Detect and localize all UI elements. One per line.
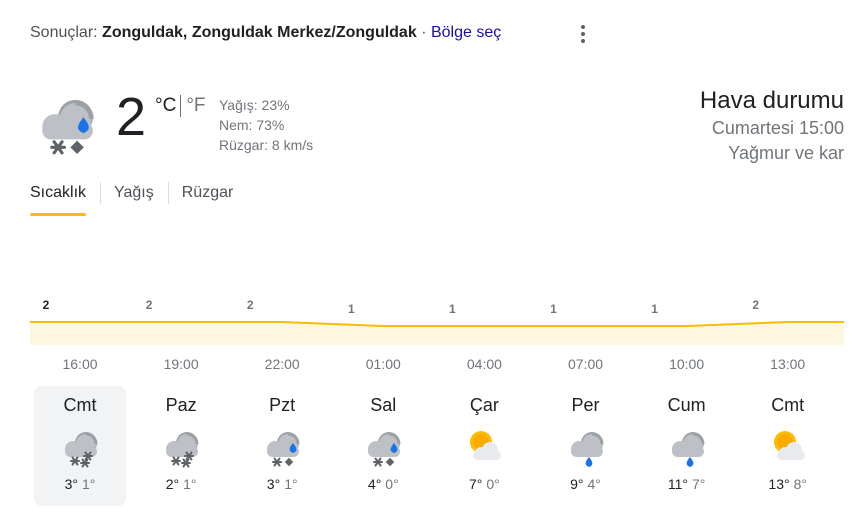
hour-label: 22:00 xyxy=(264,356,300,372)
day-name: Sal xyxy=(370,395,397,415)
temperature-point-label: 1 xyxy=(449,302,456,316)
hour-label: 10:00 xyxy=(669,356,705,372)
partly-cloudy-icon xyxy=(470,431,502,460)
day-name: Paz xyxy=(165,395,197,415)
temperature-point-label: 2 xyxy=(247,298,254,312)
unit-switcher: °C °F xyxy=(155,95,206,117)
temperature-chart-svg: 2 2 2 1 1 1 1 2 xyxy=(30,298,844,345)
select-region-link[interactable]: Bölge seç xyxy=(431,24,501,41)
cloud-snow-icon xyxy=(166,432,199,468)
high-temp: 11° xyxy=(667,476,688,492)
hour-label: 19:00 xyxy=(163,356,199,372)
day-name: Cmt xyxy=(63,395,97,415)
hourly-times: 16:00 19:00 22:00 01:00 04:00 07:00 10:00 13:00 xyxy=(30,356,844,376)
weather-time: Cumartesi 15:00 xyxy=(711,118,844,138)
high-temp: 13° xyxy=(768,476,790,492)
hour-label: 07:00 xyxy=(567,356,604,372)
high-temp: 7° xyxy=(469,476,483,492)
weather-details: Yağış: 23% Nem: 73% Rüzgar: 8 km/s xyxy=(219,95,313,155)
hour-label: 01:00 xyxy=(365,356,401,372)
unit-divider xyxy=(180,95,182,117)
day-name: Cum xyxy=(667,395,706,415)
day-temps: 3° 1° xyxy=(34,475,126,493)
results-label: Sonuçlar: xyxy=(30,24,98,41)
day-temps: 4° 0° xyxy=(337,475,429,493)
cloud-snow-icon xyxy=(65,432,98,468)
weather-title: Hava durumu xyxy=(699,87,844,114)
low-temp: 1° xyxy=(183,476,197,492)
low-temp: 0° xyxy=(486,476,500,492)
day-name: Cmt xyxy=(771,395,805,415)
high-temp: 9° xyxy=(570,476,584,492)
low-temp: 0° xyxy=(385,476,399,492)
weather-summary: Hava durumu Cumartesi 15:00 Yağmur ve ka… xyxy=(700,86,844,166)
low-temp: 1° xyxy=(284,476,298,492)
separator-dot: · xyxy=(421,24,427,41)
forecast-day[interactable]: Per 9° 4° xyxy=(540,386,632,506)
temperature-point-label: 2 xyxy=(146,298,153,312)
cloud-rain-snow-icon xyxy=(267,432,300,467)
temperature-point-label: 2 xyxy=(43,298,50,312)
cloud-rain-snow-icon xyxy=(368,432,401,467)
celsius-toggle[interactable]: °C xyxy=(155,95,176,117)
high-temp: 3° xyxy=(64,476,78,492)
temperature-point-label: 1 xyxy=(550,302,557,316)
forecast-day[interactable]: Pzt 3° 1° xyxy=(236,386,328,506)
daily-forecast: Cmt 3° 1° Paz 2° 1° Pzt 3° 1° Sal 4° 0° Çar 7° 0° Per 9°… xyxy=(30,386,844,506)
wind-value: Rüzgar: 8 km/s xyxy=(219,137,314,153)
low-temp: 4° xyxy=(587,476,601,492)
results-header: Sonuçlar: Zonguldak, Zonguldak Merkez/Zo… xyxy=(30,24,501,42)
weather-condition: Yağmur ve kar xyxy=(728,143,844,163)
forecast-day[interactable]: Cum 11° 7° xyxy=(641,386,733,506)
cloud-rain-icon xyxy=(570,432,603,467)
day-temps: 9° 4° xyxy=(540,475,632,493)
high-temp: 4° xyxy=(367,476,382,492)
forecast-day[interactable]: Cmt 3° 1° xyxy=(34,386,126,506)
temperature-point-label: 2 xyxy=(752,298,759,312)
cloud-rain-icon xyxy=(671,432,705,467)
tab-wind[interactable]: Rüzgar xyxy=(167,182,248,216)
more-options-icon[interactable] xyxy=(571,22,595,46)
forecast-day[interactable]: Cmt 13° 8° xyxy=(742,386,834,506)
hour-label: 16:00 xyxy=(62,356,98,372)
day-temps: 13° 8° xyxy=(742,475,834,493)
humidity-value: Nem: 73% xyxy=(219,117,285,133)
current-temperature: 2 xyxy=(116,87,147,147)
hour-label: 04:00 xyxy=(466,356,502,372)
partly-cloudy-icon xyxy=(773,431,805,460)
forecast-day[interactable]: Paz 2° 1° xyxy=(135,386,227,506)
day-temps: 7° 0° xyxy=(438,475,530,493)
day-name: Per xyxy=(571,395,600,415)
temperature-point-label: 1 xyxy=(651,302,658,316)
day-temps: 2° 1° xyxy=(135,475,227,493)
high-temp: 3° xyxy=(266,476,281,492)
forecast-day[interactable]: Çar 7° 0° xyxy=(438,386,530,506)
day-name: Çar xyxy=(469,395,499,415)
low-temp: 8° xyxy=(793,476,807,492)
metric-tabs: Sıcaklık Yağış Rüzgar xyxy=(30,182,247,216)
hour-label: 13:00 xyxy=(770,356,806,372)
day-temps: 11° 7° xyxy=(641,475,733,493)
low-temp: 1° xyxy=(82,476,96,492)
low-temp: 7° xyxy=(691,476,706,492)
day-temps: 3° 1° xyxy=(236,475,328,493)
rain-snow-icon xyxy=(42,99,94,155)
day-name: Pzt xyxy=(269,395,296,415)
tab-temperature[interactable]: Sıcaklık xyxy=(30,182,100,216)
temperature-chart: 2 2 2 1 1 1 1 2 xyxy=(30,295,844,345)
location-name: Zonguldak, Zonguldak Merkez/Zonguldak xyxy=(102,24,417,41)
precipitation-value: Yağış: 23% xyxy=(219,97,290,113)
fahrenheit-toggle[interactable]: °F xyxy=(186,95,205,117)
forecast-day[interactable]: Sal 4° 0° xyxy=(337,386,429,506)
temperature-point-label: 1 xyxy=(348,302,355,316)
high-temp: 2° xyxy=(165,476,180,492)
tab-precipitation[interactable]: Yağış xyxy=(100,182,168,216)
